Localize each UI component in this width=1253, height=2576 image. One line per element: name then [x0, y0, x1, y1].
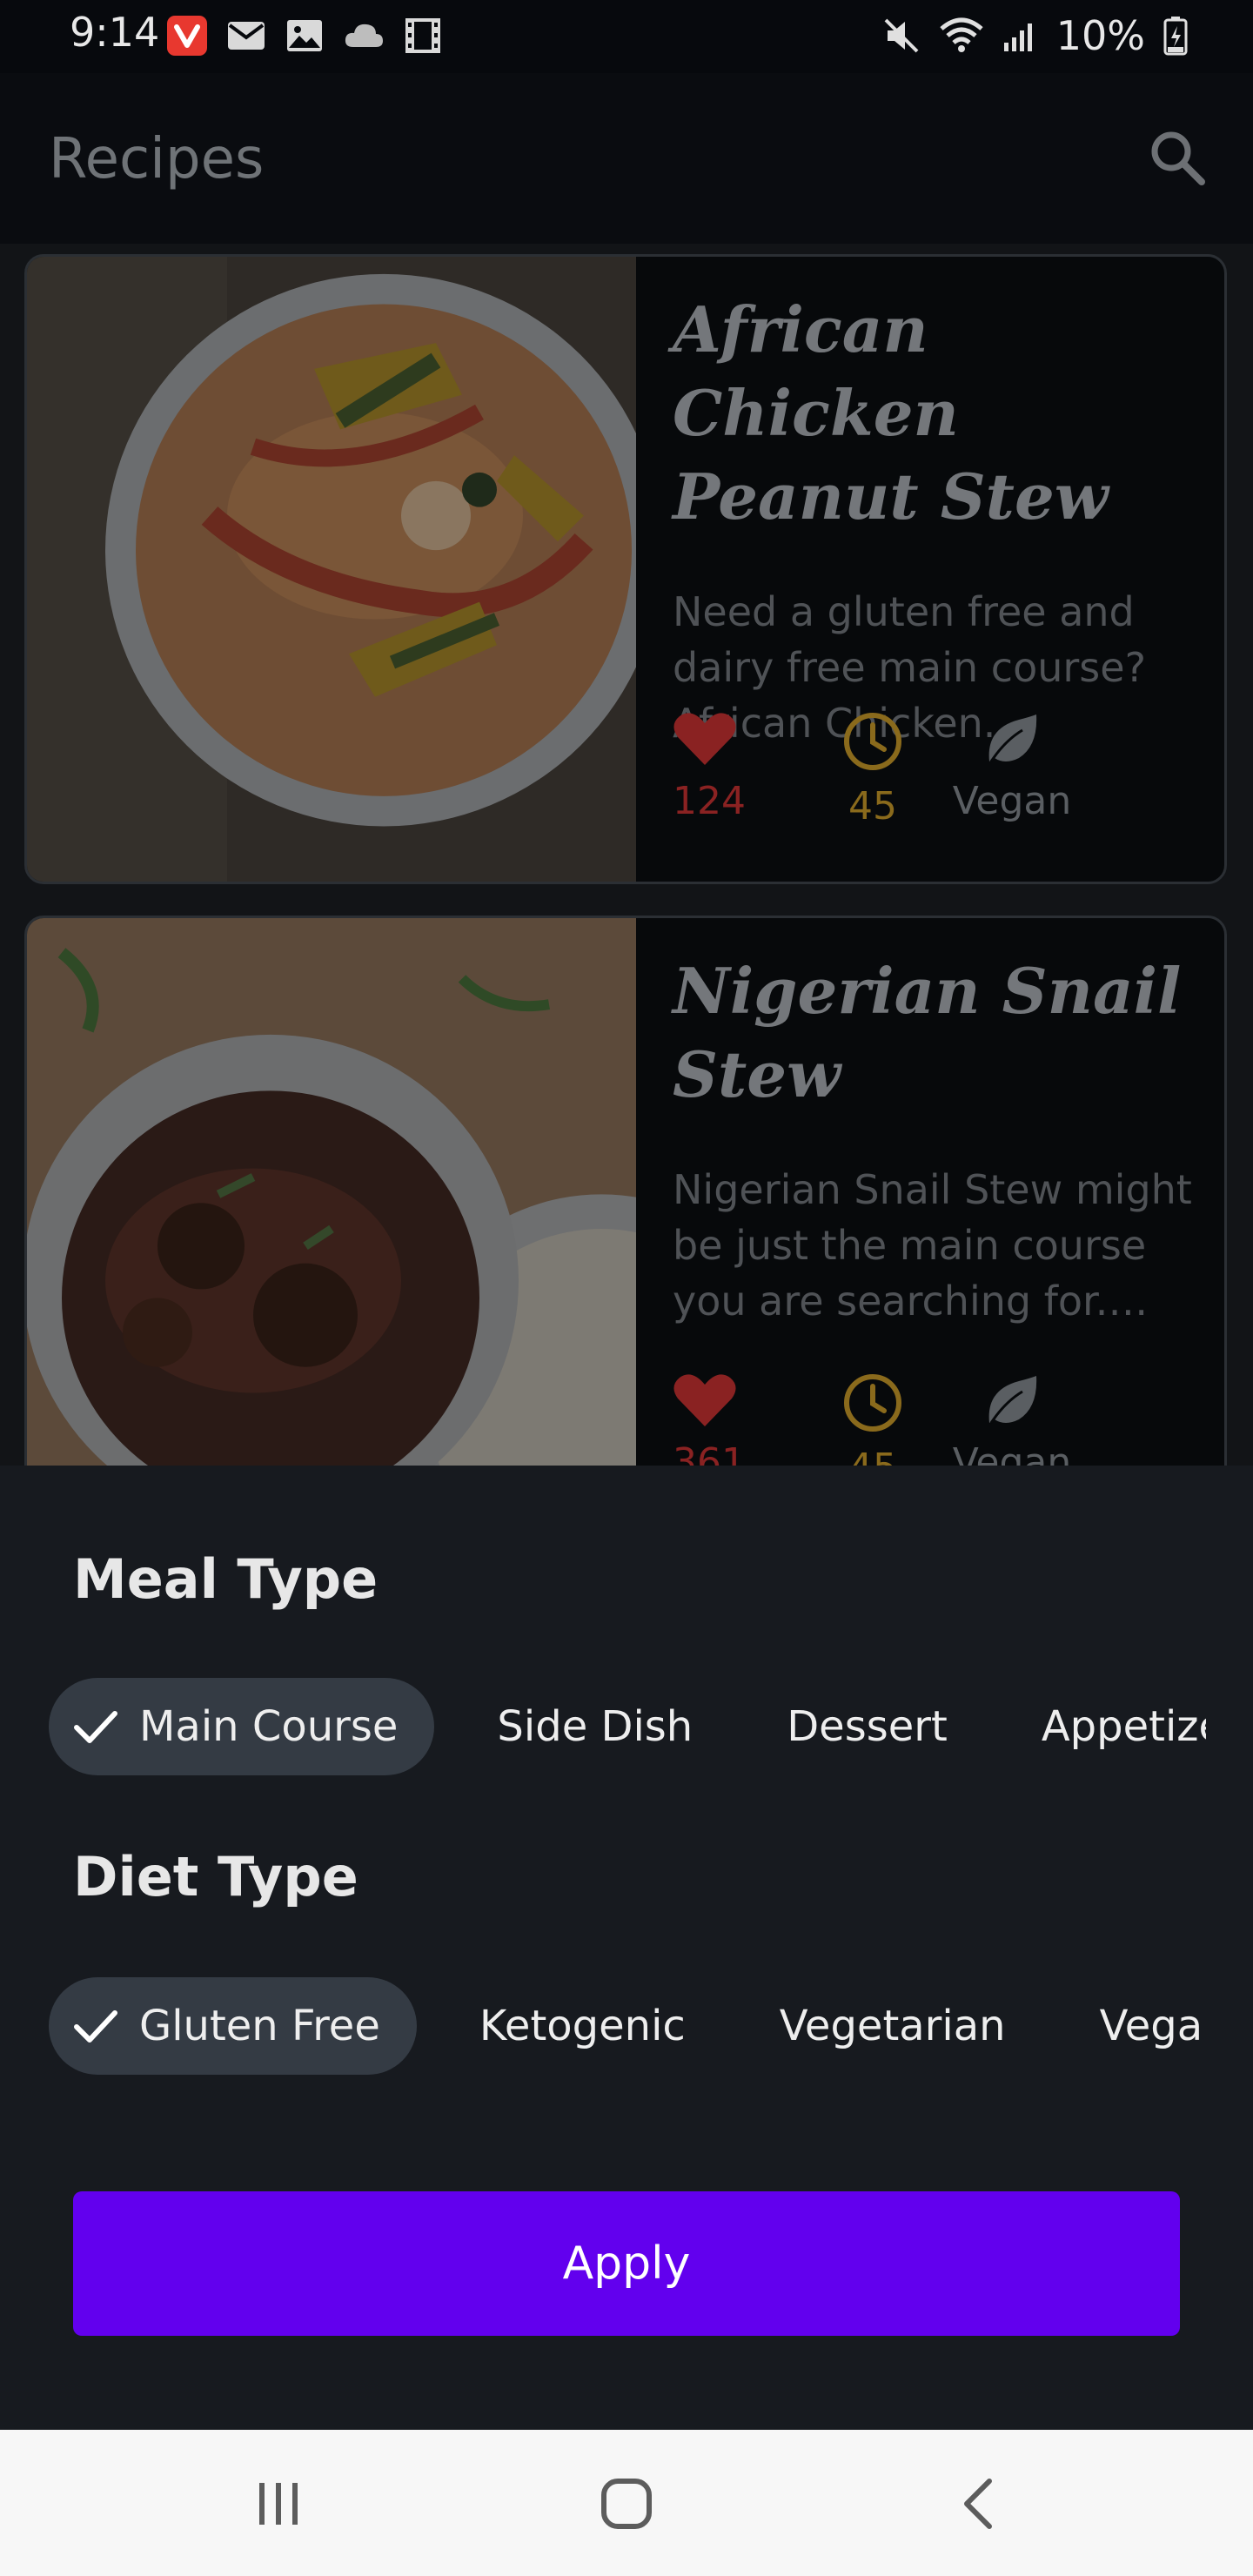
home-icon	[601, 2479, 652, 2529]
chip-label: Dessert	[787, 1702, 948, 1751]
time-stat: 45	[803, 711, 942, 828]
recipe-stats: 361 45 Vegan	[673, 1372, 1082, 1466]
chip-label: Gluten Free	[139, 2002, 380, 2050]
clock-icon	[844, 713, 901, 770]
recipe-image	[27, 918, 636, 1466]
chip-label: Side Dish	[497, 1702, 694, 1751]
battery-icon	[1163, 17, 1188, 56]
system-navigation-bar	[0, 2430, 1253, 2576]
recipe-title: Nigerian Snail Stew	[673, 954, 1182, 1111]
recents-icon	[259, 2483, 298, 2525]
check-icon	[74, 1711, 117, 1743]
chip-label: Vegetarian	[779, 2002, 1006, 2050]
filter-bottom-sheet: Meal Type Main Course Side Dish Dessert …	[0, 1466, 1253, 2430]
vivaldi-icon	[167, 16, 207, 56]
minutes-count: 45	[848, 1446, 897, 1466]
recipe-card[interactable]: Nigerian Snail Stew Nigerian Snail Stew …	[24, 916, 1227, 1466]
chip-label: Vegan	[1099, 2002, 1206, 2050]
heart-icon	[673, 1374, 736, 1426]
home-button[interactable]	[574, 2465, 679, 2543]
cloud-icon	[345, 23, 383, 47]
system-icons: 10%	[882, 12, 1189, 59]
chip-appetizer[interactable]: Appetizer	[1010, 1678, 1206, 1775]
mute-icon	[884, 18, 919, 53]
notification-icons	[167, 16, 442, 56]
page-title: Recipes	[49, 127, 265, 191]
mail-icon	[228, 22, 265, 50]
time-stat: 45	[803, 1372, 942, 1466]
recipe-info: African Chicken Peanut Stew Need a glute…	[673, 257, 1198, 882]
chip-ketogenic[interactable]: Ketogenic	[448, 1977, 717, 2075]
chip-vegetarian[interactable]: Vegetarian	[748, 1977, 1037, 2075]
apply-button[interactable]: Apply	[73, 2191, 1180, 2336]
recents-button[interactable]	[226, 2465, 331, 2543]
heart-icon	[673, 713, 736, 765]
status-time: 9:14	[70, 9, 160, 56]
diet-stat: Vegan	[942, 1372, 1082, 1466]
recipe-stats: 124 45 Vegan	[673, 711, 1082, 828]
chip-label: Appetizer	[1041, 1702, 1206, 1751]
diet-label: Vegan	[952, 779, 1072, 823]
chip-side-dish[interactable]: Side Dish	[466, 1678, 724, 1775]
recipe-list[interactable]: African Chicken Peanut Stew Need a glute…	[0, 244, 1253, 1466]
battery-percent: 10%	[1055, 12, 1145, 59]
recipe-description: Nigerian Snail Stew might be just the ma…	[673, 1166, 1192, 1325]
diet-type-title: Diet Type	[73, 1845, 358, 1909]
leaf-icon	[988, 714, 1037, 762]
signal-icon	[1003, 23, 1032, 51]
recipe-card[interactable]: African Chicken Peanut Stew Need a glute…	[24, 254, 1227, 884]
diet-type-chip-group[interactable]: Gluten Free Ketogenic Vegetarian Vegan	[49, 1977, 1206, 2075]
recipe-info: Nigerian Snail Stew Nigerian Snail Stew …	[673, 918, 1198, 1466]
image-icon	[287, 20, 322, 51]
chip-dessert[interactable]: Dessert	[755, 1678, 979, 1775]
back-icon	[964, 2479, 992, 2529]
search-icon[interactable]	[1147, 127, 1208, 188]
likes-stat: 124	[673, 711, 746, 828]
back-button[interactable]	[926, 2465, 1030, 2543]
status-bar: 9:14 10%	[0, 0, 1253, 73]
wifi-icon	[940, 17, 983, 52]
likes-count: 361	[673, 1440, 746, 1466]
film-icon	[405, 18, 440, 53]
meal-type-title: Meal Type	[73, 1547, 379, 1611]
leaf-icon	[988, 1376, 1037, 1424]
diet-label: Vegan	[952, 1440, 1072, 1466]
diet-stat: Vegan	[942, 711, 1082, 828]
meal-type-chip-group[interactable]: Main Course Side Dish Dessert Appetizer	[49, 1678, 1206, 1775]
minutes-count: 45	[848, 784, 897, 828]
chip-label: Ketogenic	[479, 2002, 686, 2050]
chip-main-course[interactable]: Main Course	[49, 1678, 435, 1775]
recipe-title: African Chicken Peanut Stew	[673, 292, 1109, 533]
chip-label: Main Course	[139, 1702, 399, 1751]
chip-gluten-free[interactable]: Gluten Free	[49, 1977, 417, 2075]
likes-count: 124	[673, 779, 746, 823]
recipe-image	[27, 257, 636, 882]
likes-stat: 361	[673, 1372, 746, 1466]
app-bar: Recipes	[0, 73, 1253, 244]
check-icon	[74, 2010, 117, 2043]
clock-icon	[844, 1374, 901, 1432]
chip-vegan[interactable]: Vegan	[1069, 1977, 1206, 2075]
